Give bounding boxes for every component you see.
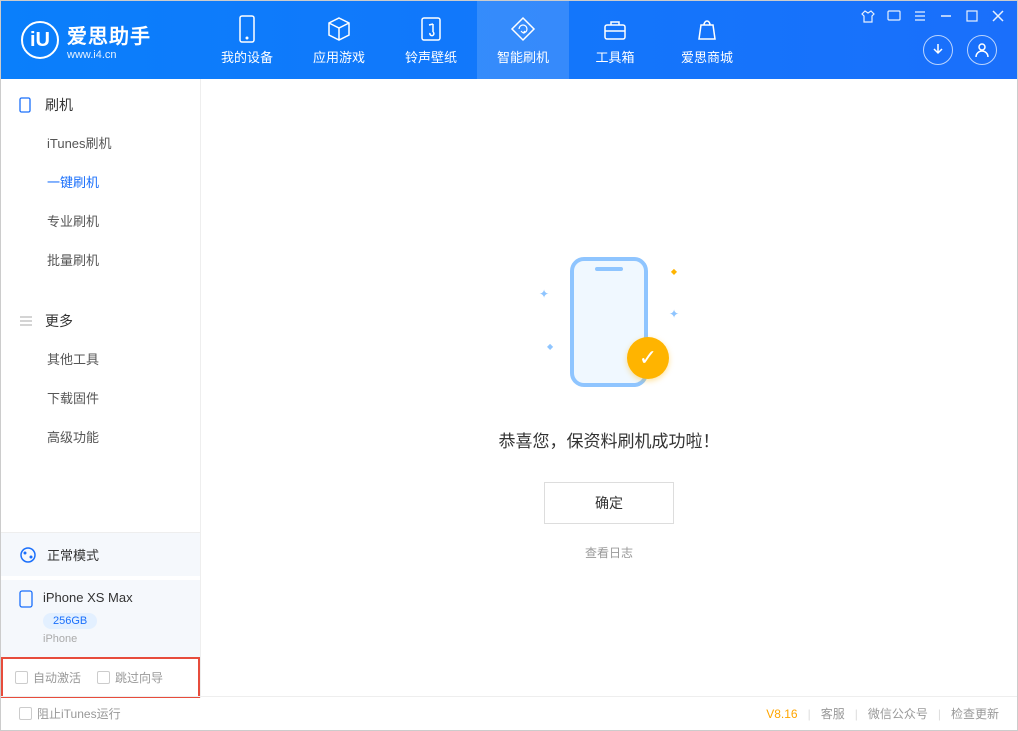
music-icon — [419, 15, 443, 43]
sidebar-item-download-firmware[interactable]: 下载固件 — [1, 378, 200, 417]
shirt-icon[interactable] — [861, 9, 875, 23]
minimize-button[interactable] — [939, 9, 953, 23]
tab-smart-flash[interactable]: 智能刷机 — [477, 1, 569, 79]
storage-badge: 256GB — [43, 613, 97, 629]
footer-bar: 阻止iTunes运行 V8.16 | 客服 | 微信公众号 | 检查更新 — [1, 696, 1017, 730]
tab-my-device[interactable]: 我的设备 — [201, 1, 293, 79]
app-url: www.i4.cn — [67, 49, 151, 61]
sidebar-section-more: 更多 — [1, 311, 200, 339]
logo-icon: iU — [21, 21, 59, 59]
sidebar-item-other-tools[interactable]: 其他工具 — [1, 339, 200, 378]
mode-icon — [19, 546, 37, 564]
maximize-button[interactable] — [965, 9, 979, 23]
sidebar-item-itunes-flash[interactable]: iTunes刷机 — [1, 123, 200, 162]
download-button[interactable] — [923, 35, 953, 65]
tab-ringtones-wallpapers[interactable]: 铃声壁纸 — [385, 1, 477, 79]
sidebar-item-pro-flash[interactable]: 专业刷机 — [1, 201, 200, 240]
toolbox-icon — [602, 15, 628, 43]
footer-link-support[interactable]: 客服 — [821, 705, 845, 722]
device-name: iPhone XS Max — [43, 590, 133, 605]
device-type: iPhone — [43, 633, 133, 645]
tab-apps-games[interactable]: 应用游戏 — [293, 1, 385, 79]
device-panel: 正常模式 iPhone XS Max 256GB iPhone — [1, 532, 200, 657]
device-mode-row[interactable]: 正常模式 — [1, 533, 200, 576]
checkmark-badge-icon: ✓ — [627, 337, 669, 379]
tab-toolbox[interactable]: 工具箱 — [569, 1, 661, 79]
close-button[interactable] — [991, 9, 1005, 23]
feedback-icon[interactable] — [887, 9, 901, 23]
sidebar-item-advanced[interactable]: 高级功能 — [1, 417, 200, 456]
menu-icon[interactable] — [913, 9, 927, 23]
device-info-row[interactable]: iPhone XS Max 256GB iPhone — [1, 580, 200, 657]
checkbox-auto-activate[interactable]: 自动激活 — [15, 669, 81, 686]
app-header: iU 爱思助手 www.i4.cn 我的设备 应用游戏 铃声壁纸 智能刷机 工具… — [1, 1, 1017, 79]
logo-area: iU 爱思助手 www.i4.cn — [1, 20, 201, 61]
footer-link-wechat[interactable]: 微信公众号 — [868, 705, 928, 722]
device-icon — [237, 15, 257, 43]
app-title: 爱思助手 — [67, 20, 151, 49]
checkbox-block-itunes[interactable]: 阻止iTunes运行 — [19, 705, 121, 722]
sidebar-item-batch-flash[interactable]: 批量刷机 — [1, 240, 200, 279]
refresh-icon — [510, 15, 536, 43]
success-illustration: ✦ ◆ ◆ ✦ ✓ — [539, 257, 679, 397]
checkbox-skip-guide[interactable]: 跳过向导 — [97, 669, 163, 686]
cube-icon — [326, 15, 352, 43]
phone-small-icon — [19, 97, 35, 113]
sidebar-section-flash: 刷机 — [1, 95, 200, 123]
user-button[interactable] — [967, 35, 997, 65]
view-log-link[interactable]: 查看日志 — [585, 544, 633, 561]
main-content: ✦ ◆ ◆ ✦ ✓ 恭喜您，保资料刷机成功啦！ 确定 查看日志 — [201, 79, 1017, 698]
device-small-icon — [19, 590, 33, 608]
store-icon — [695, 15, 719, 43]
sidebar: 刷机 iTunes刷机 一键刷机 专业刷机 批量刷机 更多 其他工具 下载固件 … — [1, 79, 201, 698]
footer-link-check-update[interactable]: 检查更新 — [951, 705, 999, 722]
window-controls — [861, 9, 1005, 23]
nav-tabs: 我的设备 应用游戏 铃声壁纸 智能刷机 工具箱 爱思商城 — [201, 1, 753, 79]
highlighted-options-row: 自动激活 跳过向导 — [1, 657, 200, 698]
version-label: V8.16 — [766, 707, 797, 721]
tab-store[interactable]: 爱思商城 — [661, 1, 753, 79]
sidebar-item-oneclick-flash[interactable]: 一键刷机 — [1, 162, 200, 201]
list-icon — [19, 315, 35, 327]
checkbox-box-icon — [19, 707, 32, 720]
success-message: 恭喜您，保资料刷机成功啦！ — [499, 427, 720, 452]
checkbox-box-icon — [97, 671, 110, 684]
checkbox-box-icon — [15, 671, 28, 684]
ok-button[interactable]: 确定 — [544, 482, 674, 524]
